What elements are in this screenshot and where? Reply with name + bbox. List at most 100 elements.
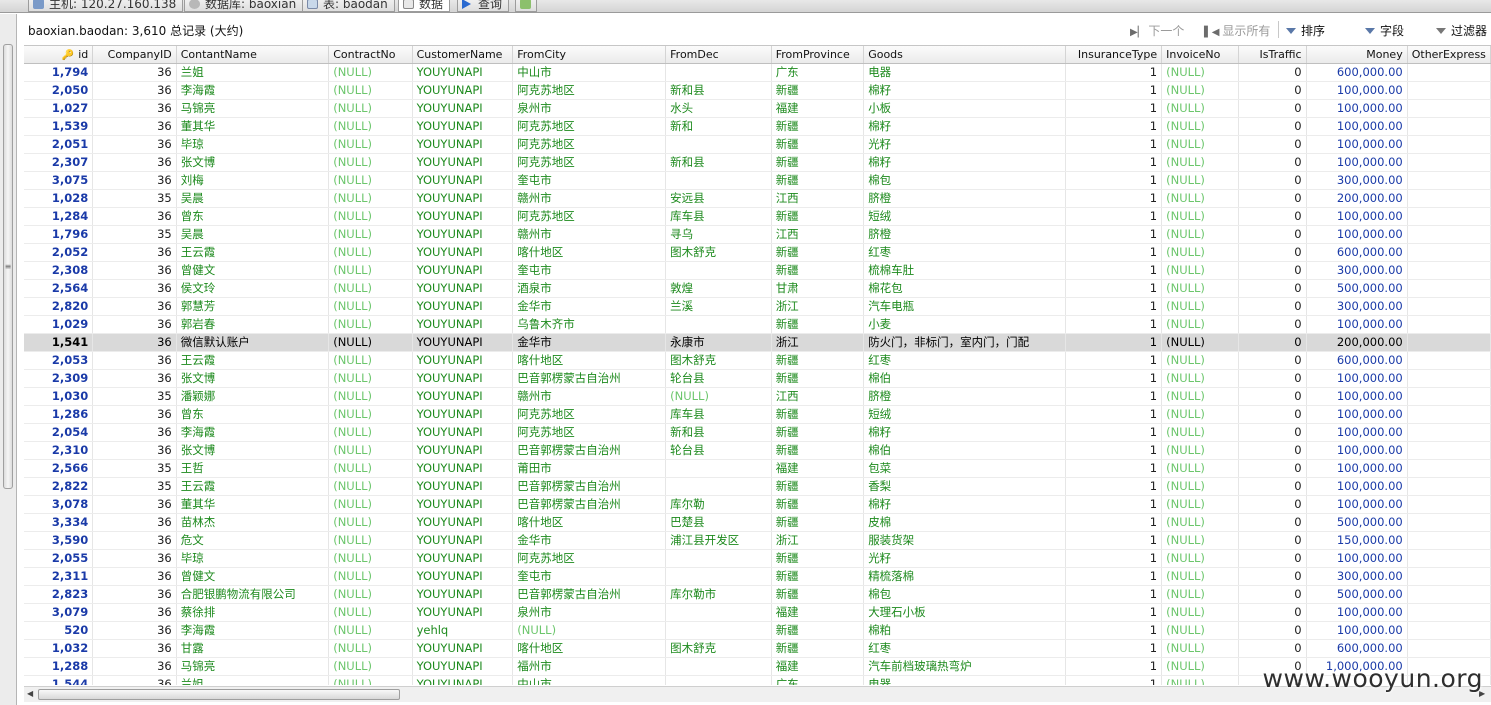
cell-fromprovince[interactable]: 新疆: [771, 621, 865, 640]
cell-contantname[interactable]: 兰姐: [176, 675, 330, 685]
cell-invoiceno[interactable]: (NULL): [1161, 441, 1240, 460]
cell-companyid[interactable]: 36: [92, 243, 177, 262]
table-row[interactable]: 520 36 李海霞 (NULL) yehlq (NULL) 新疆 棉粕 1 (NULL) 0 100…: [24, 621, 1491, 640]
cell-fromcity[interactable]: 金华市: [512, 333, 667, 352]
cell-id[interactable]: 1,541: [24, 333, 94, 352]
cell-companyid[interactable]: 35: [92, 189, 177, 208]
cell-fromprovince[interactable]: 新疆: [771, 315, 865, 334]
cell-invoiceno[interactable]: (NULL): [1161, 639, 1240, 658]
cell-contantname[interactable]: 王云霞: [176, 477, 330, 496]
cell-customername[interactable]: YOUYUNAPI: [412, 585, 514, 604]
cell-companyid[interactable]: 36: [92, 81, 177, 100]
cell-fromdec[interactable]: [665, 477, 772, 496]
cell-istraffic[interactable]: 0: [1238, 99, 1307, 118]
table-row[interactable]: 2,823 36 合肥银鹏物流有限公司 (NULL) YOUYUNAPI 巴音郭楞蒙古自治…: [24, 585, 1491, 604]
cell-companyid[interactable]: 36: [92, 369, 177, 388]
cell-id[interactable]: 1,028: [24, 189, 94, 208]
cell-id[interactable]: 2,308: [24, 261, 94, 280]
cell-invoiceno[interactable]: (NULL): [1161, 531, 1240, 550]
cell-id[interactable]: 2,566: [24, 459, 94, 478]
cell-fromcity[interactable]: 阿克苏地区: [512, 207, 667, 226]
cell-contantname[interactable]: 张文博: [176, 369, 330, 388]
cell-id[interactable]: 2,307: [24, 153, 94, 172]
cell-contantname[interactable]: 兰姐: [176, 63, 330, 82]
cell-istraffic[interactable]: 0: [1238, 459, 1307, 478]
cell-insurancetype[interactable]: 1: [1065, 567, 1163, 586]
cell-istraffic[interactable]: 0: [1238, 297, 1307, 316]
cell-fromcity[interactable]: 阿克苏地区: [512, 423, 667, 442]
cell-insurancetype[interactable]: 1: [1065, 387, 1163, 406]
table-row[interactable]: 1,794 36 兰姐 (NULL) YOUYUNAPI 中山市 广东 电器 1 (NULL) 0 6…: [24, 63, 1491, 82]
cell-insurancetype[interactable]: 1: [1065, 171, 1163, 190]
cell-companyid[interactable]: 36: [92, 117, 177, 136]
cell-goods[interactable]: 棉包: [863, 585, 1066, 604]
cell-fromcity[interactable]: (NULL): [512, 621, 667, 640]
cell-money[interactable]: 100,000.00: [1306, 135, 1408, 154]
cell-contantname[interactable]: 王云霞: [176, 351, 330, 370]
cell-otherexpress[interactable]: [1407, 621, 1491, 640]
cell-otherexpress[interactable]: [1407, 225, 1491, 244]
cell-insurancetype[interactable]: 1: [1065, 135, 1163, 154]
cell-invoiceno[interactable]: (NULL): [1161, 621, 1240, 640]
cell-fromdec[interactable]: 敦煌: [665, 279, 772, 298]
cell-insurancetype[interactable]: 1: [1065, 675, 1163, 685]
cell-contractno[interactable]: (NULL): [328, 189, 413, 208]
cell-istraffic[interactable]: 0: [1238, 207, 1307, 226]
cell-fromdec[interactable]: [665, 459, 772, 478]
cell-istraffic[interactable]: 0: [1238, 135, 1307, 154]
cell-insurancetype[interactable]: 1: [1065, 657, 1163, 676]
cell-fromprovince[interactable]: 新疆: [771, 351, 865, 370]
cell-id[interactable]: 2,050: [24, 81, 94, 100]
cell-customername[interactable]: YOUYUNAPI: [412, 369, 514, 388]
cell-goods[interactable]: 棉伯: [863, 441, 1066, 460]
cell-money[interactable]: 100,000.00: [1306, 387, 1408, 406]
cell-money[interactable]: 100,000.00: [1306, 99, 1408, 118]
cell-goods[interactable]: 梳棉车肚: [863, 261, 1066, 280]
cell-otherexpress[interactable]: [1407, 81, 1491, 100]
cell-insurancetype[interactable]: 1: [1065, 351, 1163, 370]
cell-otherexpress[interactable]: [1407, 63, 1491, 82]
cell-id[interactable]: 1,544: [24, 675, 94, 685]
cell-fromprovince[interactable]: 新疆: [771, 207, 865, 226]
cell-invoiceno[interactable]: (NULL): [1161, 153, 1240, 172]
cell-contantname[interactable]: 刘梅: [176, 171, 330, 190]
cell-fromdec[interactable]: [665, 549, 772, 568]
column-header-goods[interactable]: Goods: [863, 46, 1066, 64]
cell-invoiceno[interactable]: (NULL): [1161, 243, 1240, 262]
cell-goods[interactable]: 红枣: [863, 639, 1066, 658]
table-row[interactable]: 1,030 35 潘颖娜 (NULL) YOUYUNAPI 赣州市 (NULL) 江西 脐橙 1(…: [24, 387, 1491, 406]
table-row[interactable]: 3,078 36 董其华 (NULL) YOUYUNAPI 巴音郭楞蒙古自治州 库尔勒 新疆棉…: [24, 495, 1491, 514]
cell-fromcity[interactable]: 赣州市: [512, 189, 667, 208]
cell-invoiceno[interactable]: (NULL): [1161, 567, 1240, 586]
cell-id[interactable]: 1,794: [24, 63, 94, 82]
cell-istraffic[interactable]: 0: [1238, 189, 1307, 208]
cell-goods[interactable]: 防火门，非标门，室内门，门配: [863, 333, 1066, 352]
cell-fromprovince[interactable]: 新疆: [771, 81, 865, 100]
cell-fromprovince[interactable]: 新疆: [771, 171, 865, 190]
cell-contractno[interactable]: (NULL): [328, 603, 413, 622]
cell-fromdec[interactable]: 图木舒克: [665, 351, 772, 370]
table-row[interactable]: 1,286 36 曾东 (NULL) YOUYUNAPI 阿克苏地区 库车县 新疆 短绒 1 (NU…: [24, 405, 1491, 424]
cell-fromprovince[interactable]: 甘肃: [771, 279, 865, 298]
cell-fromprovince[interactable]: 新疆: [771, 369, 865, 388]
table-row[interactable]: 1,027 36 马锦亮 (NULL) YOUYUNAPI 泉州市 水头 福建 小板 1 (NULL…: [24, 99, 1491, 118]
cell-fromdec[interactable]: 巴楚县: [665, 513, 772, 532]
cell-insurancetype[interactable]: 1: [1065, 495, 1163, 514]
cell-fromcity[interactable]: 中山市: [512, 675, 667, 685]
cell-money[interactable]: 600,000.00: [1306, 63, 1408, 82]
table-row[interactable]: 1,539 36 董其华 (NULL) YOUYUNAPI 阿克苏地区 新和 新疆 棉籽 1 (NU…: [24, 117, 1491, 136]
cell-insurancetype[interactable]: 1: [1065, 531, 1163, 550]
cell-id[interactable]: 2,822: [24, 477, 94, 496]
cell-customername[interactable]: YOUYUNAPI: [412, 333, 514, 352]
cell-insurancetype[interactable]: 1: [1065, 225, 1163, 244]
cell-contantname[interactable]: 毕琼: [176, 135, 330, 154]
cell-money[interactable]: 100,000.00: [1306, 423, 1408, 442]
cell-fromcity[interactable]: 乌鲁木齐市: [512, 315, 667, 334]
cell-contractno[interactable]: (NULL): [328, 171, 413, 190]
cell-money[interactable]: 100,000.00: [1306, 603, 1408, 622]
cell-otherexpress[interactable]: [1407, 639, 1491, 658]
cell-otherexpress[interactable]: [1407, 315, 1491, 334]
cell-otherexpress[interactable]: [1407, 261, 1491, 280]
cell-money[interactable]: 150,000.00: [1306, 531, 1408, 550]
table-row[interactable]: 1,029 36 郭岩春 (NULL) YOUYUNAPI 乌鲁木齐市 新疆 小麦 1 (NULL…: [24, 315, 1491, 334]
